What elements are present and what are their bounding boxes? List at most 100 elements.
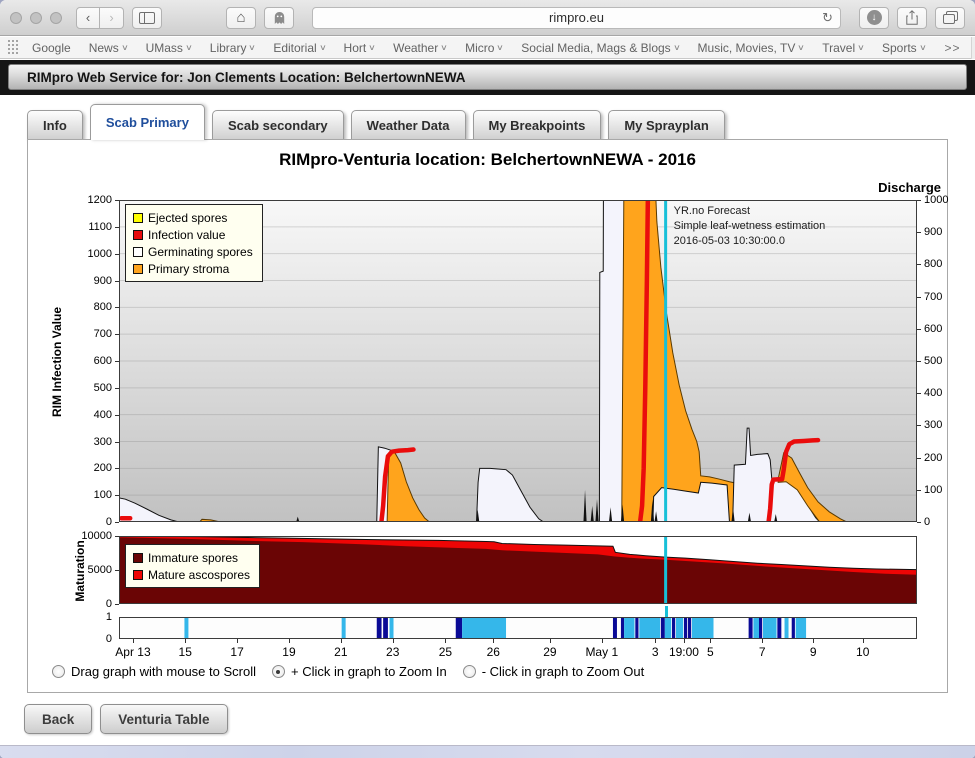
legend-item: Immature spores (133, 549, 250, 566)
bookmark-item[interactable]: Micro∨ (465, 41, 503, 55)
tab-my-breakpoints[interactable]: My Breakpoints (473, 110, 602, 140)
wetness-bar (456, 618, 462, 638)
left-axis-tick-label: 0 (78, 516, 112, 528)
legend-swatch (133, 213, 143, 223)
wetness-strip[interactable] (119, 617, 917, 639)
maturation-tick-label: 10000 (78, 530, 112, 542)
chevron-down-icon: ∨ (919, 43, 927, 52)
radio-label[interactable]: + Click in graph to Zoom In (291, 664, 447, 679)
right-axis-tick (917, 425, 921, 426)
tab-weather-data[interactable]: Weather Data (351, 110, 466, 140)
left-axis-tick-label: 1000 (78, 248, 112, 260)
legend-item: Infection value (133, 226, 253, 243)
bookmark-item[interactable]: Library∨ (210, 41, 256, 55)
bookmark-label: Editorial (273, 41, 316, 55)
x-axis-tick (710, 639, 711, 643)
tab-info[interactable]: Info (27, 110, 83, 140)
tab-my-sprayplan[interactable]: My Sprayplan (608, 110, 725, 140)
wetness-bar (753, 618, 759, 638)
bookmark-label: Music, Movies, TV (698, 41, 796, 55)
tab-scab-secondary[interactable]: Scab secondary (212, 110, 344, 140)
right-axis-tick-label: 400 (924, 387, 958, 399)
wetness-bar (390, 618, 394, 638)
x-axis-tick-label: 15 (162, 645, 208, 659)
x-axis-tick-label: Apr 13 (110, 645, 156, 659)
left-axis-tick (115, 468, 119, 469)
left-axis-tick (115, 495, 119, 496)
right-axis-tick-label: 1000 (924, 194, 958, 206)
wetness-bar (377, 618, 382, 638)
chevron-down-icon: ∨ (121, 43, 129, 52)
downloads-button[interactable]: ↓ (859, 7, 889, 29)
bookmark-item[interactable]: Travel∨ (822, 41, 864, 55)
reload-icon[interactable]: ↻ (822, 10, 833, 26)
back-page-button[interactable]: Back (24, 704, 92, 734)
bookmark-item[interactable]: News∨ (89, 41, 128, 55)
x-axis-tick-label: 10 (840, 645, 886, 659)
bookmark-item[interactable]: Social Media, Mags & Blogs∨ (521, 41, 679, 55)
right-axis-tick-label: 100 (924, 484, 958, 496)
close-window-button[interactable] (10, 12, 22, 24)
bookmark-item[interactable]: Hort∨ (344, 41, 376, 55)
app-header-band: RIMpro Web Service for: Jon Clements Loc… (0, 60, 975, 95)
right-axis-tick-label: 900 (924, 226, 958, 238)
zoom-mode-controls: Drag graph with mouse to Scroll + Click i… (42, 664, 644, 679)
tab-scab-primary[interactable]: Scab Primary (90, 104, 205, 140)
bookmark-item[interactable]: Music, Movies, TV∨ (698, 41, 805, 55)
left-axis-tick (115, 522, 119, 523)
left-axis-tick-label: 700 (78, 328, 112, 340)
bookmark-item[interactable]: Weather∨ (393, 41, 447, 55)
bookmark-label: Library (210, 41, 247, 55)
address-bar[interactable]: rimpro.eu ↻ (312, 7, 841, 29)
ghost-icon (273, 11, 286, 25)
legend-swatch (133, 264, 143, 274)
legend-label: Immature spores (148, 551, 238, 565)
radio-option[interactable] (463, 665, 476, 678)
forward-button[interactable]: › (100, 7, 124, 29)
x-axis-tick (133, 639, 134, 643)
radio-label[interactable]: - Click in graph to Zoom Out (482, 664, 645, 679)
bookmark-item[interactable]: Editorial∨ (273, 41, 325, 55)
x-axis-tick-label: 29 (527, 645, 573, 659)
left-axis-tick (115, 415, 119, 416)
bookmark-label: Social Media, Mags & Blogs (521, 41, 670, 55)
zoom-window-button[interactable] (50, 12, 62, 24)
radio-option[interactable] (52, 665, 65, 678)
wetness-bar (661, 618, 665, 638)
x-axis-tick (655, 639, 656, 643)
chevron-down-icon: ∨ (497, 43, 505, 52)
wetness-bar (635, 618, 638, 638)
x-axis-tick-label: 23 (370, 645, 416, 659)
share-button[interactable] (897, 7, 927, 29)
new-tab-button[interactable]: + (971, 37, 975, 59)
bookmarks-overflow-button[interactable]: >> (945, 41, 961, 55)
radio-label[interactable]: Drag graph with mouse to Scroll (71, 664, 256, 679)
forecast-line-tick (665, 606, 668, 617)
sidebar-button[interactable] (132, 7, 162, 29)
radio-selected[interactable] (272, 665, 285, 678)
home-button[interactable]: ⌂ (226, 7, 256, 29)
chevron-down-icon: ∨ (249, 43, 257, 52)
browser-toolbar: ‹ › ⌂ rimpro.eu ↻ ↓ (0, 0, 975, 36)
legend-label: Primary stroma (148, 262, 229, 276)
left-axis-tick (115, 361, 119, 362)
bookmarks-grid-icon[interactable] (8, 40, 19, 55)
desktop-edge-strip (0, 746, 975, 758)
minimize-window-button[interactable] (30, 12, 42, 24)
right-axis-tick-label: 300 (924, 419, 958, 431)
left-axis-tick-label: 1200 (78, 194, 112, 206)
bookmark-item[interactable]: Sports∨ (882, 41, 926, 55)
chevron-down-icon: ∨ (185, 43, 193, 52)
extension-button[interactable] (264, 7, 294, 29)
bookmark-item[interactable]: UMass∨ (146, 41, 192, 55)
venturia-table-button[interactable]: Venturia Table (100, 704, 227, 734)
download-icon: ↓ (867, 10, 882, 25)
app-header: RIMpro Web Service for: Jon Clements Loc… (8, 64, 967, 90)
maturation-tick (115, 536, 119, 537)
back-button[interactable]: ‹ (76, 7, 100, 29)
legend-item: Ejected spores (133, 209, 253, 226)
bookmark-item[interactable]: Google (32, 41, 71, 55)
bookmarks-bar: GoogleNews∨UMass∨Library∨Editorial∨Hort∨… (0, 37, 975, 59)
tab-overview-button[interactable] (935, 7, 965, 29)
tabs-icon (943, 11, 958, 24)
